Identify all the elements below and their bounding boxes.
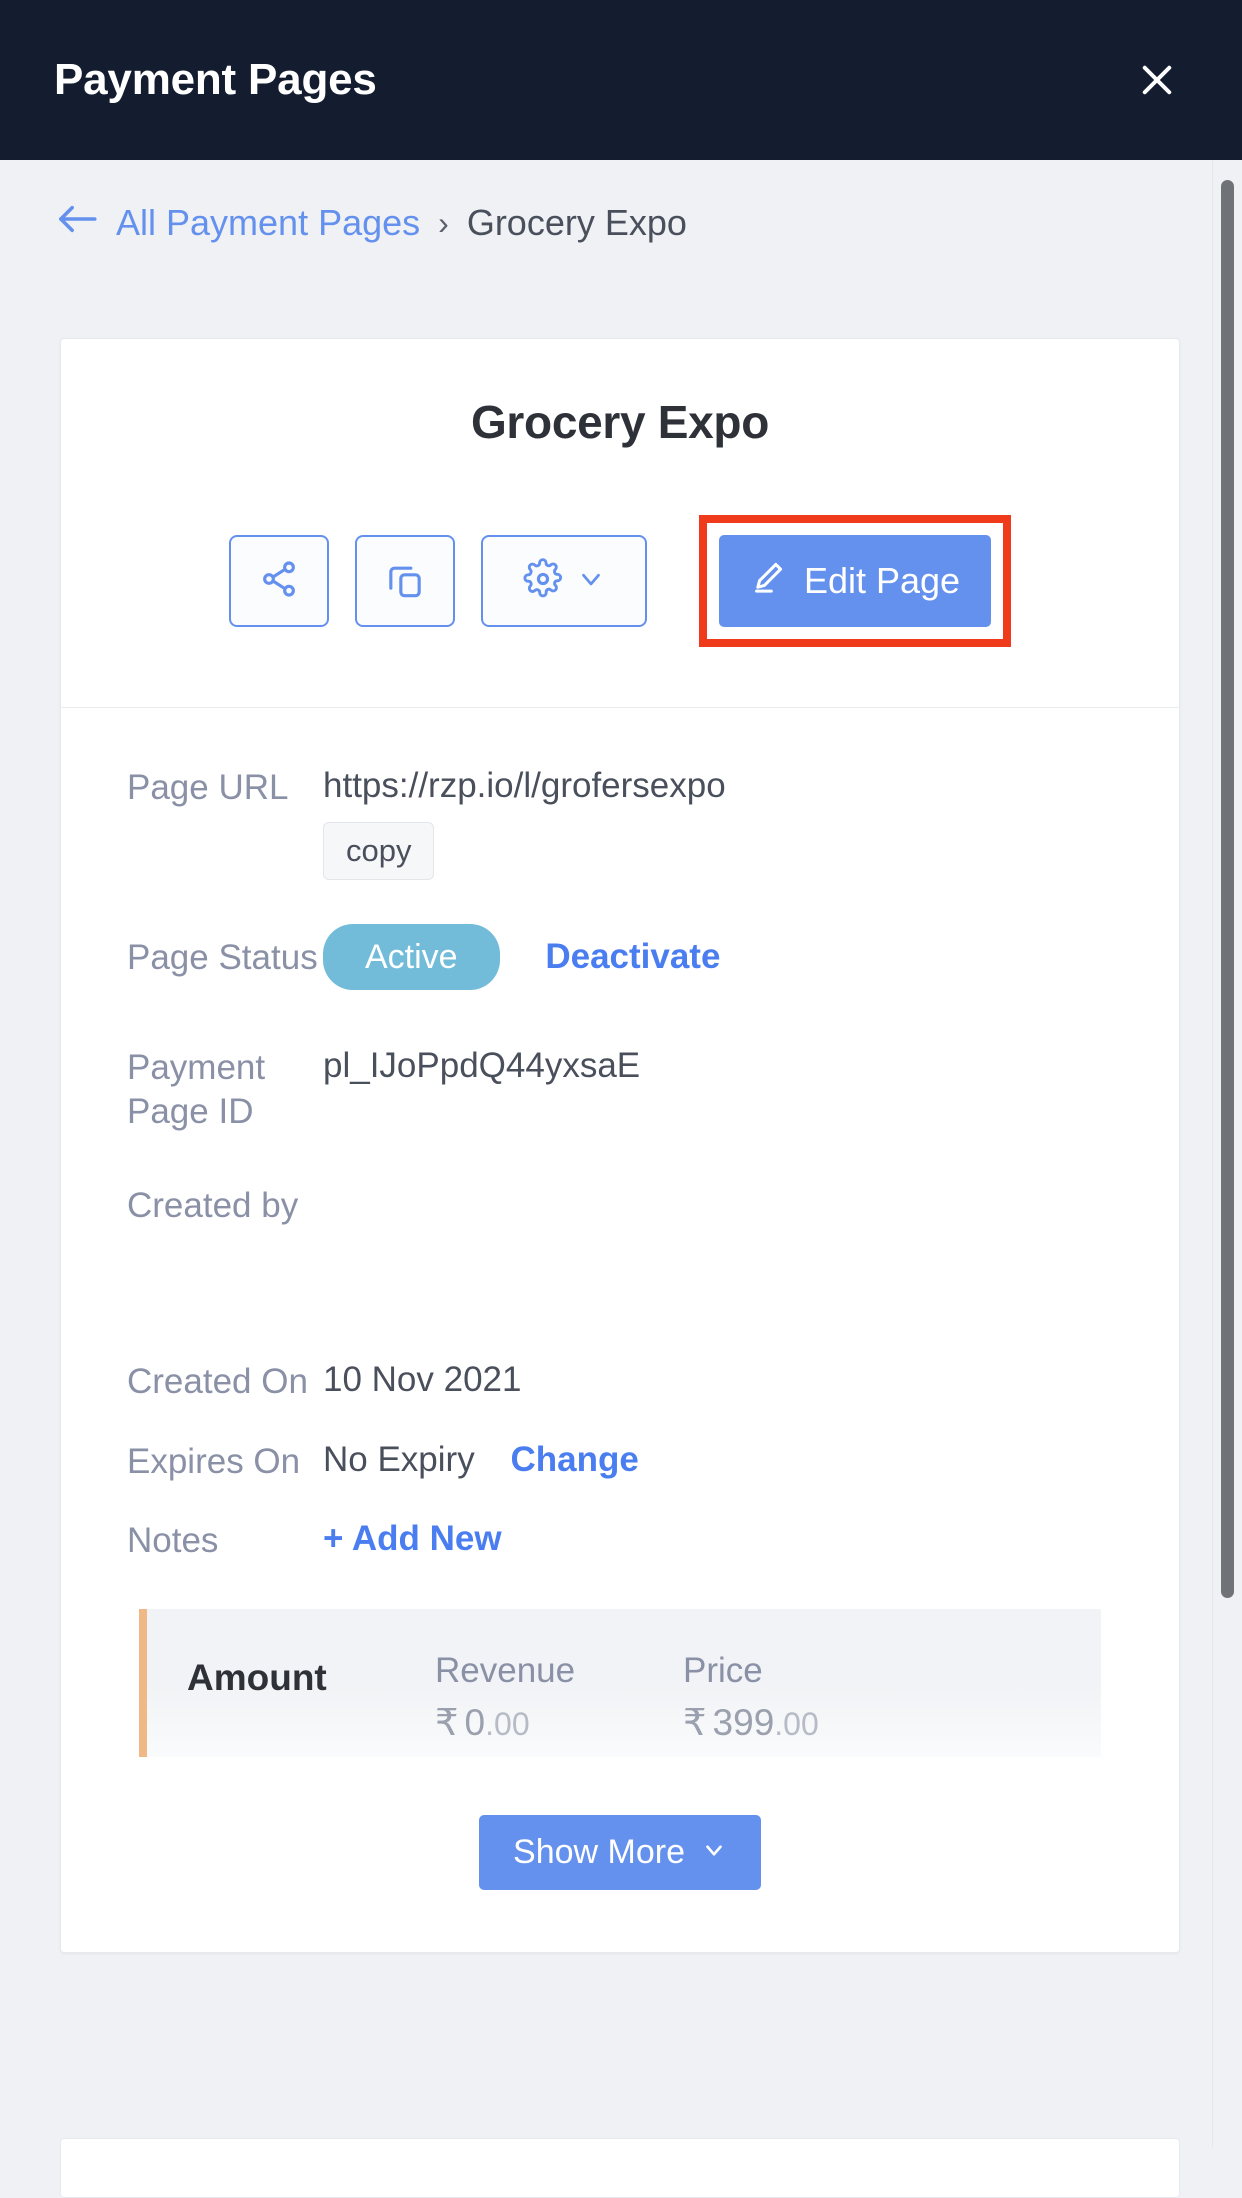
add-note-link[interactable]: + Add New	[323, 1519, 502, 1558]
created-by-label: Created by	[127, 1185, 299, 1225]
created-on-label: Created On	[127, 1361, 308, 1401]
breadcrumb-all-payment-pages[interactable]: All Payment Pages	[116, 202, 420, 244]
expires-on-label: Expires On	[127, 1441, 301, 1481]
amount-revenue: Revenue ₹0.00	[435, 1651, 683, 1744]
price-label: Price	[683, 1651, 763, 1690]
revenue-label: Revenue	[435, 1651, 576, 1690]
deactivate-link[interactable]: Deactivate	[545, 937, 720, 976]
rupee-icon: ₹	[683, 1702, 707, 1743]
amount-label: Amount	[187, 1657, 327, 1698]
rupee-icon: ₹	[435, 1702, 459, 1743]
action-button-row: Edit Page	[61, 449, 1179, 707]
detail-row-page-url: Page URL https://rzp.io/l/grofersexpo co…	[61, 764, 1179, 880]
revenue-whole: 0	[464, 1702, 486, 1743]
breadcrumb-current: Grocery Expo	[466, 202, 687, 243]
back-button[interactable]	[54, 200, 100, 246]
show-more-label: Show More	[513, 1833, 685, 1871]
gear-icon	[522, 557, 564, 605]
page-status-label: Page Status	[127, 938, 318, 978]
edit-page-label: Edit Page	[803, 560, 961, 601]
duplicate-button[interactable]	[355, 535, 455, 627]
price-decimal: .00	[774, 1706, 819, 1742]
detail-row-notes: Notes + Add New	[61, 1517, 1179, 1563]
page-title: Payment Pages	[54, 55, 377, 104]
created-on-value: 10 Nov 2021	[323, 1359, 522, 1399]
price-value: ₹399.00	[683, 1701, 931, 1744]
revenue-value: ₹0.00	[435, 1701, 683, 1744]
payment-page-detail-card: Grocery Expo Edit Page Page URL https://…	[60, 338, 1180, 1953]
show-more-row: Show More	[61, 1757, 1179, 1952]
modal-header: Payment Pages	[0, 0, 1242, 160]
detail-list: Page URL https://rzp.io/l/grofersexpo co…	[61, 708, 1179, 1952]
detail-row-created-on: Created On 10 Nov 2021	[61, 1358, 1179, 1404]
payment-page-name: Grocery Expo	[470, 396, 770, 448]
payment-page-id-label: Payment Page ID	[127, 1048, 266, 1131]
amount-panel: Amount Revenue ₹0.00 Price ₹399.00	[139, 1609, 1101, 1757]
page-url-label: Page URL	[127, 768, 289, 807]
price-whole: 399	[712, 1702, 775, 1743]
detail-row-expires-on: Expires On No Expiry Change	[61, 1438, 1179, 1484]
scrollbar-thumb[interactable]	[1221, 180, 1234, 1598]
notes-label: Notes	[127, 1521, 219, 1561]
copy-icon	[385, 559, 425, 604]
detail-row-payment-page-id: Payment Page ID pl_IJoPpdQ44yxsaE	[61, 1044, 1179, 1134]
show-more-button[interactable]: Show More	[479, 1815, 761, 1890]
close-icon	[1136, 59, 1178, 101]
page-url-value: https://rzp.io/l/grofersexpo	[323, 766, 726, 805]
edit-page-highlight: Edit Page	[699, 515, 1011, 647]
revenue-decimal: .00	[485, 1706, 530, 1742]
chevron-down-icon	[576, 564, 606, 599]
chevron-down-icon	[701, 1833, 727, 1872]
status-badge: Active	[323, 923, 500, 991]
detail-row-page-status: Page Status Active Deactivate	[61, 923, 1179, 991]
pencil-icon	[750, 559, 786, 604]
breadcrumb: All Payment Pages › Grocery Expo	[54, 200, 687, 246]
edit-page-button[interactable]: Edit Page	[719, 535, 991, 627]
share-button[interactable]	[229, 535, 329, 627]
settings-dropdown-button[interactable]	[481, 535, 647, 627]
payment-page-id-value: pl_IJoPpdQ44yxsaE	[323, 1046, 641, 1086]
amount-price: Price ₹399.00	[683, 1651, 931, 1744]
card-header: Grocery Expo Edit Page	[61, 339, 1179, 708]
close-button[interactable]	[1124, 47, 1190, 113]
copy-url-button[interactable]: copy	[323, 821, 435, 880]
expires-on-value: No Expiry	[323, 1439, 475, 1479]
detail-row-created-by: Created by	[61, 1182, 1179, 1274]
share-icon	[259, 559, 299, 604]
next-card-partial	[60, 2138, 1180, 2198]
change-expiry-link[interactable]: Change	[510, 1440, 638, 1479]
arrow-left-icon	[56, 202, 98, 245]
breadcrumb-separator: ›	[438, 204, 449, 241]
